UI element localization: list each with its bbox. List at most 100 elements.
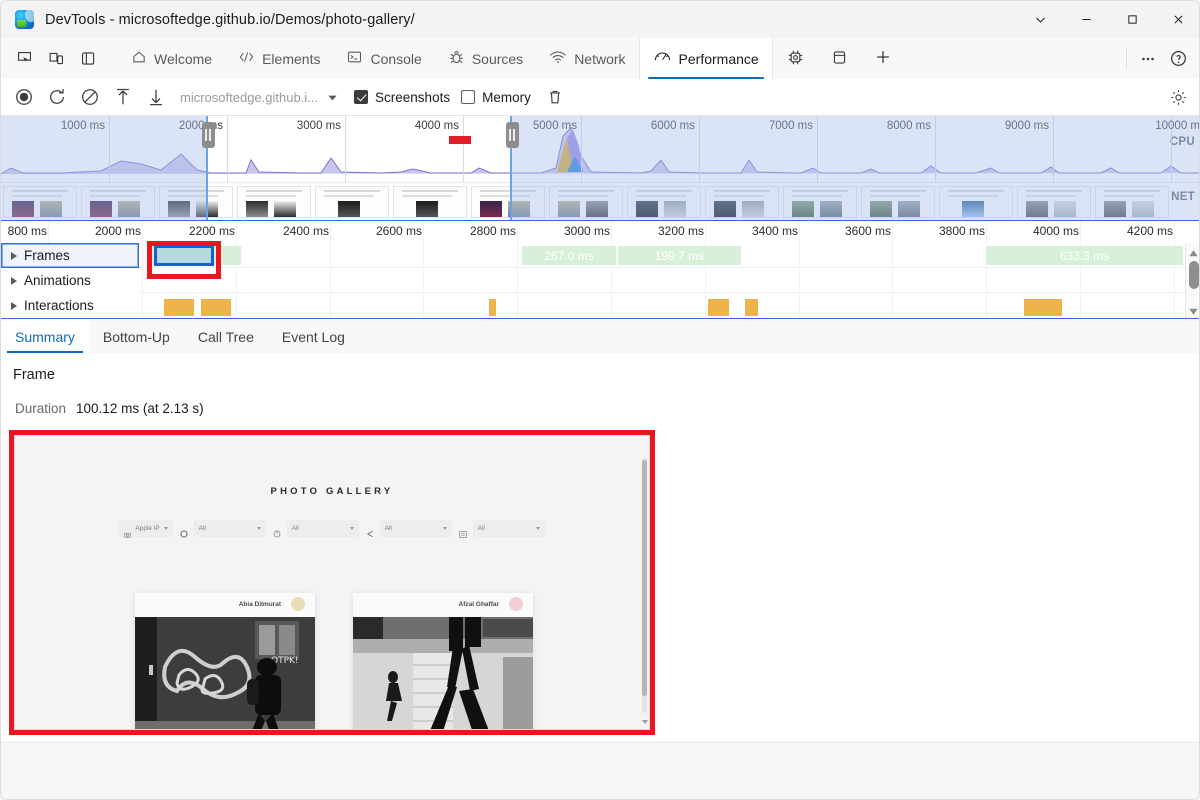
gallery-card[interactable]: Abia Dilmurat OT bbox=[135, 593, 315, 730]
filmstrip-cell[interactable] bbox=[627, 186, 701, 218]
filter-share-select[interactable]: All bbox=[380, 520, 452, 537]
cursor-select-icon[interactable] bbox=[9, 44, 39, 74]
overview-selection-end-handle[interactable] bbox=[506, 122, 519, 148]
filmstrip-overview[interactable]: NET bbox=[1, 182, 1200, 220]
gear-icon[interactable] bbox=[1163, 82, 1193, 112]
tab-sources[interactable]: Sources bbox=[435, 38, 536, 79]
timeline-tracks[interactable]: 800 ms 2000 ms 2200 ms 2400 ms 2600 ms 2… bbox=[1, 220, 1200, 319]
maximize-icon[interactable] bbox=[1109, 1, 1155, 38]
tab-network[interactable]: Network bbox=[536, 38, 638, 79]
tab-call-tree[interactable]: Call Tree bbox=[184, 320, 268, 353]
filter-camera[interactable]: Apple iP bbox=[119, 520, 172, 537]
timeline-ruler[interactable]: 800 ms 2000 ms 2200 ms 2400 ms 2600 ms 2… bbox=[1, 221, 1200, 243]
filmstrip-cell[interactable] bbox=[705, 186, 779, 218]
preview-filter-bar[interactable]: Apple iP All bbox=[15, 520, 649, 537]
preview-scrollbar-thumb[interactable] bbox=[642, 460, 647, 696]
triangle-right-icon[interactable] bbox=[11, 252, 17, 260]
sidebar-item-animations[interactable]: Animations bbox=[1, 268, 139, 293]
memory-checkbox-box[interactable] bbox=[461, 90, 475, 104]
triangle-right-icon[interactable] bbox=[11, 277, 17, 285]
more-tools-button[interactable] bbox=[861, 38, 905, 79]
filter-aperture-select[interactable]: All bbox=[194, 520, 266, 537]
triangle-up-icon[interactable] bbox=[1188, 246, 1199, 257]
filmstrip-cell[interactable] bbox=[471, 186, 545, 218]
gallery-card[interactable]: Afzal Ghaffar bbox=[353, 593, 533, 730]
filmstrip-cell[interactable] bbox=[237, 186, 311, 218]
frame-screenshot-preview[interactable]: PHOTO GALLERY Apple iP bbox=[14, 435, 650, 730]
scrollbar-thumb[interactable] bbox=[1189, 261, 1199, 289]
performance-toolbar: microsoftedge.github.i... Screenshots Me… bbox=[1, 79, 1200, 116]
tab-elements[interactable]: Elements bbox=[225, 38, 333, 79]
filter-share[interactable] bbox=[361, 520, 378, 537]
sidebar-item-interactions[interactable]: Interactions bbox=[1, 293, 139, 318]
filter-exposure[interactable] bbox=[268, 520, 285, 537]
trash-icon[interactable] bbox=[540, 82, 570, 112]
filmstrip-cell[interactable] bbox=[783, 186, 857, 218]
tab-summary[interactable]: Summary bbox=[1, 320, 89, 353]
filmstrip-cell[interactable] bbox=[1095, 186, 1169, 218]
tab-bottom-up[interactable]: Bottom-Up bbox=[89, 320, 184, 353]
track-frames-row[interactable]: 267.0 ms 199.7 ms 633.3 ms Frames bbox=[1, 243, 1200, 268]
clear-slash-icon[interactable] bbox=[75, 82, 105, 112]
ruler-tick: 3600 ms bbox=[845, 224, 891, 238]
frame-bar[interactable]: 199.7 ms bbox=[618, 246, 741, 265]
interaction-bar[interactable] bbox=[489, 299, 496, 316]
interaction-bar[interactable] bbox=[745, 299, 758, 316]
refresh-icon[interactable] bbox=[42, 82, 72, 112]
filmstrip-cell[interactable] bbox=[861, 186, 935, 218]
dock-panel-icon[interactable] bbox=[73, 44, 103, 74]
download-arrow-icon[interactable] bbox=[141, 82, 171, 112]
triangle-down-icon[interactable] bbox=[1188, 304, 1199, 315]
timeline-overview[interactable]: CPU NET bbox=[1, 116, 1200, 220]
filter-exposure-select[interactable]: All bbox=[287, 520, 359, 537]
question-circle-icon[interactable] bbox=[1163, 44, 1193, 74]
filter-iso[interactable] bbox=[454, 520, 471, 537]
interaction-bar[interactable] bbox=[164, 299, 194, 316]
tab-application[interactable] bbox=[818, 38, 861, 79]
frame-bar[interactable]: 633.3 ms bbox=[986, 246, 1183, 265]
record-circle-icon[interactable] bbox=[9, 82, 39, 112]
tab-console-label: Console bbox=[370, 51, 421, 67]
filmstrip-cell[interactable] bbox=[549, 186, 623, 218]
triangle-right-icon[interactable] bbox=[11, 302, 17, 310]
filmstrip-cell[interactable] bbox=[81, 186, 155, 218]
filmstrip-cell[interactable] bbox=[3, 186, 77, 218]
filmstrip-cell[interactable] bbox=[939, 186, 1013, 218]
tab-welcome[interactable]: Welcome bbox=[118, 38, 225, 79]
title-bar: DevTools - microsoftedge.github.io/Demos… bbox=[1, 1, 1200, 38]
device-toggle-icon[interactable] bbox=[41, 44, 71, 74]
ellipsis-icon[interactable] bbox=[1133, 44, 1163, 74]
recording-url[interactable]: microsoftedge.github.i... bbox=[180, 90, 318, 105]
interaction-bar[interactable] bbox=[201, 299, 231, 316]
tab-event-log[interactable]: Event Log bbox=[268, 320, 359, 353]
screenshots-checkbox-box[interactable] bbox=[354, 90, 368, 104]
triangle-down-icon[interactable] bbox=[642, 720, 648, 724]
overview-selection-start-handle[interactable] bbox=[202, 122, 215, 148]
filmstrip-cell[interactable] bbox=[159, 186, 233, 218]
interaction-bar[interactable] bbox=[1024, 299, 1062, 316]
sidebar-item-frames[interactable]: Frames bbox=[1, 243, 139, 268]
tracks-scrollbar[interactable] bbox=[1185, 243, 1200, 318]
filmstrip-cell[interactable] bbox=[393, 186, 467, 218]
overview-tick: 7000 ms bbox=[769, 120, 813, 132]
upload-arrow-icon[interactable] bbox=[108, 82, 138, 112]
filmstrip-cell[interactable] bbox=[315, 186, 389, 218]
tab-console[interactable]: Console bbox=[333, 38, 434, 79]
memory-checkbox[interactable]: Memory bbox=[461, 90, 531, 105]
tab-performance[interactable]: Performance bbox=[639, 38, 773, 79]
tab-actions-chevron-icon[interactable] bbox=[1017, 1, 1063, 38]
frame-bar[interactable]: 267.0 ms bbox=[522, 246, 616, 265]
close-icon[interactable] bbox=[1155, 1, 1200, 38]
minimize-icon[interactable] bbox=[1063, 1, 1109, 38]
track-interactions-row[interactable]: Interactions bbox=[1, 293, 1200, 318]
caret-down-icon[interactable] bbox=[321, 84, 343, 110]
track-interactions-label: Interactions bbox=[24, 298, 94, 313]
frame-bar-selected[interactable] bbox=[154, 245, 214, 266]
tab-memory[interactable] bbox=[773, 38, 818, 79]
filter-aperture[interactable] bbox=[175, 520, 192, 537]
filter-iso-select[interactable]: All bbox=[473, 520, 545, 537]
filmstrip-cell[interactable] bbox=[1017, 186, 1091, 218]
track-animations-row[interactable]: Animations bbox=[1, 268, 1200, 293]
interaction-bar[interactable] bbox=[708, 299, 729, 316]
screenshots-checkbox[interactable]: Screenshots bbox=[354, 90, 450, 105]
